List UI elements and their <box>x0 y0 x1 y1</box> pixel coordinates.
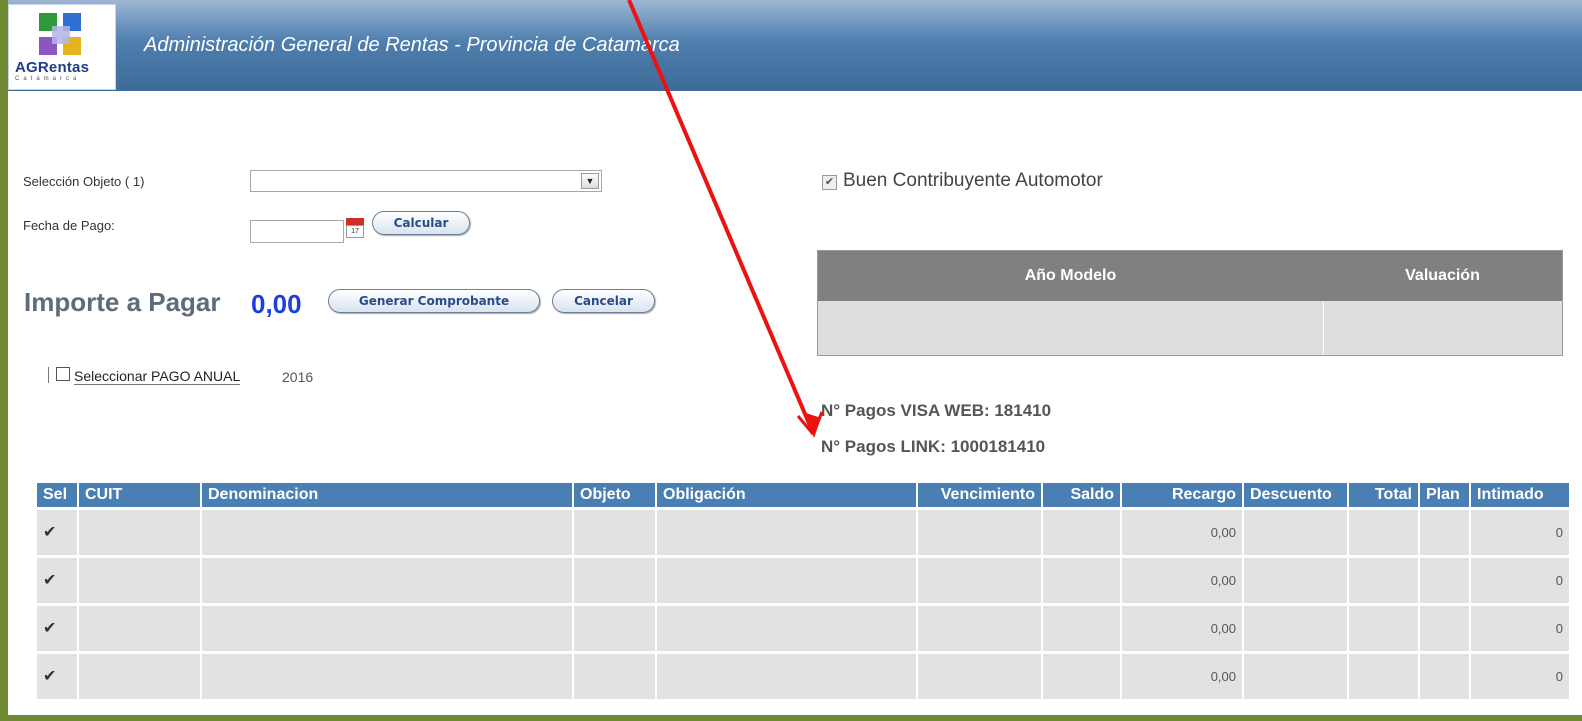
page-frame: AGRentas Catamarca Administración Genera… <box>8 0 1582 715</box>
annotation-arrow-icon <box>627 0 824 438</box>
